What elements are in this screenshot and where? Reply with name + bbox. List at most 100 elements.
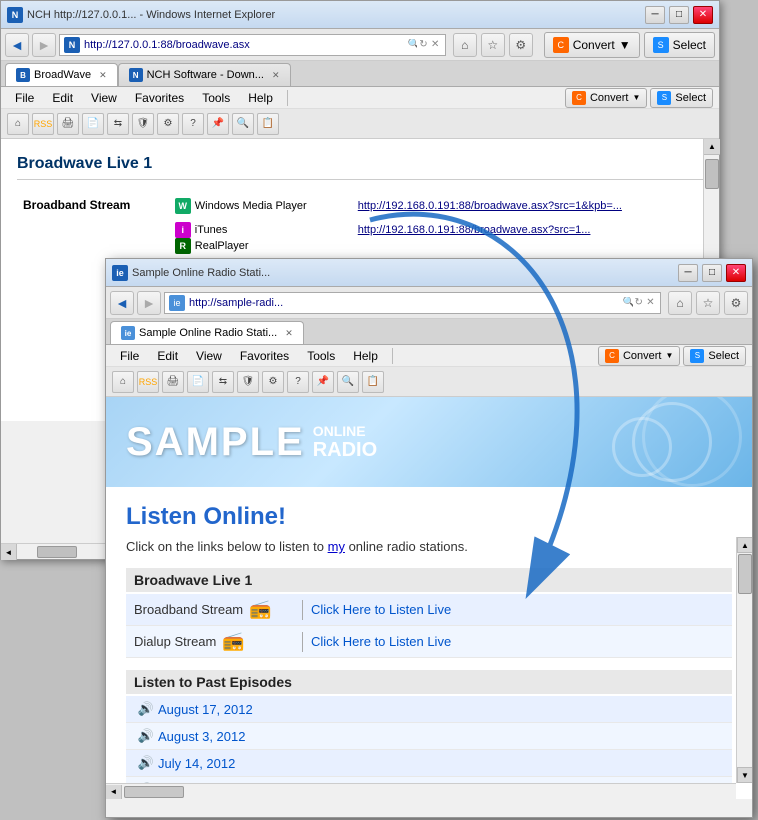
- back-menu-select-btn[interactable]: S Select: [650, 88, 713, 108]
- front-scroll-left[interactable]: ◄: [106, 785, 122, 799]
- broadband-listen-link[interactable]: Click Here to Listen Live: [311, 602, 451, 617]
- front-menu-view[interactable]: View: [188, 347, 230, 365]
- front-refresh-icon[interactable]: ↻: [635, 297, 645, 308]
- back-hscroll-thumb[interactable]: [37, 546, 77, 558]
- back-menu-view[interactable]: View: [83, 89, 125, 107]
- front-tb-arrows[interactable]: ⇆: [212, 371, 234, 393]
- front-close-btn[interactable]: ✕: [726, 264, 746, 282]
- front-menu-edit[interactable]: Edit: [149, 347, 186, 365]
- front-tb-help[interactable]: ?: [287, 371, 309, 393]
- back-wmp-label: Windows Media Player: [195, 200, 307, 212]
- back-forward-btn[interactable]: ►: [32, 33, 56, 57]
- back-tab-nch-close[interactable]: ✕: [272, 70, 280, 81]
- back-tab-broadwave-close[interactable]: ✕: [99, 70, 107, 81]
- back-tools-btn[interactable]: ⚙: [509, 33, 533, 57]
- front-tab-radio[interactable]: ie Sample Online Radio Stati... ✕: [110, 321, 304, 344]
- back-menu-tools[interactable]: Tools: [194, 89, 238, 107]
- back-refresh-icon[interactable]: ↻: [419, 39, 429, 50]
- front-menu-file[interactable]: File: [112, 347, 147, 365]
- back-players-cell: W Windows Media Player: [169, 194, 352, 218]
- past-episode-0-link[interactable]: August 17, 2012: [158, 702, 253, 717]
- front-menu-right: C Convert ▼ S Select: [598, 346, 746, 366]
- back-tb-tools2[interactable]: ⚙: [157, 113, 179, 135]
- front-maximize-btn[interactable]: □: [702, 264, 722, 282]
- broadband-link-cell: Click Here to Listen Live: [311, 602, 451, 617]
- back-star-btn[interactable]: ☆: [481, 33, 505, 57]
- front-tb-pin[interactable]: 📌: [312, 371, 334, 393]
- back-itunes-link[interactable]: http://192.168.0.191:88/broadwave.asx?sr…: [358, 224, 591, 236]
- back-tab-broadwave[interactable]: B BroadWave ✕: [5, 63, 118, 86]
- front-forward-btn[interactable]: ►: [137, 291, 161, 315]
- back-tb-home[interactable]: ⌂: [7, 113, 29, 135]
- back-tb-arrows[interactable]: ⇆: [107, 113, 129, 135]
- front-tb-rss[interactable]: RSS: [137, 371, 159, 393]
- back-menu-convert-btn[interactable]: C Convert ▼: [565, 88, 647, 108]
- front-minimize-btn[interactable]: ─: [678, 264, 698, 282]
- back-close-btn[interactable]: ✕: [693, 6, 713, 24]
- back-convert-btn[interactable]: C Convert ▼: [544, 32, 640, 58]
- back-tab-nch[interactable]: N NCH Software - Down... ✕: [118, 63, 291, 86]
- front-tb-home[interactable]: ⌂: [112, 371, 134, 393]
- back-stop-icon[interactable]: ✕: [431, 39, 441, 50]
- back-tb-rss[interactable]: RSS: [32, 113, 54, 135]
- front-address-bar[interactable]: ie http://sample-radi... 🔍 ↻ ✕: [164, 292, 661, 314]
- front-menu-favorites[interactable]: Favorites: [232, 347, 297, 365]
- front-home-btn[interactable]: ⌂: [668, 291, 692, 315]
- back-menu-sep: [287, 90, 288, 106]
- broadband-divider: [302, 600, 303, 620]
- front-tb-tools2[interactable]: ⚙: [262, 371, 284, 393]
- front-menu-select-btn[interactable]: S Select: [683, 346, 746, 366]
- front-menu-convert-icon: C: [605, 349, 619, 363]
- listen-my-link[interactable]: my: [328, 539, 345, 554]
- back-menu-help[interactable]: Help: [240, 89, 281, 107]
- back-menu-edit[interactable]: Edit: [44, 89, 81, 107]
- front-menu-tools[interactable]: Tools: [299, 347, 343, 365]
- front-scroll-up[interactable]: ▲: [737, 537, 752, 553]
- front-tab-radio-close[interactable]: ✕: [285, 328, 293, 339]
- back-maximize-btn[interactable]: □: [669, 6, 689, 24]
- back-scroll-thumb[interactable]: [705, 159, 719, 189]
- back-scroll-up[interactable]: ▲: [704, 139, 720, 155]
- back-menu-right: C Convert ▼ S Select: [565, 88, 713, 108]
- front-menu-convert-btn[interactable]: C Convert ▼: [598, 346, 680, 366]
- front-convert-text: Convert: [623, 350, 662, 362]
- back-tb-print[interactable]: 🖨: [57, 113, 79, 135]
- past-row-1: 🔊 August 3, 2012: [126, 723, 732, 750]
- back-select-btn[interactable]: S Select: [644, 32, 715, 58]
- back-address-text: http://127.0.0.1:88/broadwave.asx: [84, 39, 403, 51]
- front-hscroll-thumb[interactable]: [124, 786, 184, 798]
- back-tb-page[interactable]: 📄: [82, 113, 104, 135]
- dialup-listen-link[interactable]: Click Here to Listen Live: [311, 634, 451, 649]
- past-episode-2-link[interactable]: July 14, 2012: [158, 756, 235, 771]
- front-tb-extra[interactable]: 📋: [362, 371, 384, 393]
- front-tb-page[interactable]: 📄: [187, 371, 209, 393]
- back-tb-extra[interactable]: 📋: [257, 113, 279, 135]
- front-menu-help[interactable]: Help: [345, 347, 386, 365]
- back-address-bar[interactable]: N http://127.0.0.1:88/broadwave.asx 🔍 ↻ …: [59, 34, 446, 56]
- back-home-btn[interactable]: ⌂: [453, 33, 477, 57]
- back-scroll-left[interactable]: ◄: [1, 544, 17, 560]
- past-episode-1-link[interactable]: August 3, 2012: [158, 729, 245, 744]
- back-menu-favorites[interactable]: Favorites: [127, 89, 192, 107]
- front-tools-btn[interactable]: ⚙: [724, 291, 748, 315]
- front-search-icon[interactable]: 🔍: [623, 297, 633, 308]
- front-back-btn[interactable]: ◄: [110, 291, 134, 315]
- back-back-btn[interactable]: ◄: [5, 33, 29, 57]
- back-minimize-btn[interactable]: ─: [645, 6, 665, 24]
- back-itunes-row: i iTunes R RealPlayer http://192.168.0.1…: [17, 218, 703, 258]
- front-tb-shield[interactable]: 🛡: [237, 371, 259, 393]
- front-star-btn[interactable]: ☆: [696, 291, 720, 315]
- back-tb-help[interactable]: ?: [182, 113, 204, 135]
- back-tb-pin[interactable]: 📌: [207, 113, 229, 135]
- front-scroll-thumb[interactable]: [738, 554, 752, 594]
- front-convert-chevron: ▼: [666, 351, 674, 360]
- front-address-icon: ie: [169, 295, 185, 311]
- back-tb-shield[interactable]: 🛡: [132, 113, 154, 135]
- back-wmp-link[interactable]: http://192.168.0.191:88/broadwave.asx?sr…: [358, 200, 622, 212]
- back-tb-zoom[interactable]: 🔍: [232, 113, 254, 135]
- front-tb-zoom[interactable]: 🔍: [337, 371, 359, 393]
- back-menu-file[interactable]: File: [7, 89, 42, 107]
- front-scroll-down[interactable]: ▼: [737, 767, 752, 783]
- front-tb-print[interactable]: 🖨: [162, 371, 184, 393]
- front-stop-icon[interactable]: ✕: [646, 297, 656, 308]
